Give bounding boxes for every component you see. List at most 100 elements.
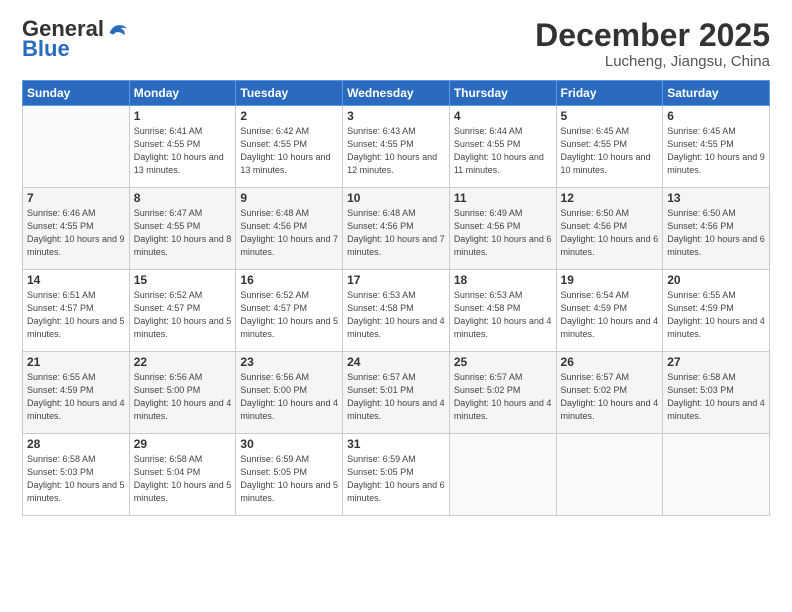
day-info: Sunrise: 6:42 AM Sunset: 4:55 PM Dayligh… <box>240 125 338 177</box>
table-row: 26 Sunrise: 6:57 AM Sunset: 5:02 PM Dayli… <box>556 352 663 434</box>
day-number: 4 <box>454 109 552 123</box>
day-info: Sunrise: 6:50 AM Sunset: 4:56 PM Dayligh… <box>667 207 765 259</box>
day-info: Sunrise: 6:45 AM Sunset: 4:55 PM Dayligh… <box>561 125 659 177</box>
table-row: 20 Sunrise: 6:55 AM Sunset: 4:59 PM Dayli… <box>663 270 770 352</box>
day-number: 29 <box>134 437 232 451</box>
weekday-header-row: Sunday Monday Tuesday Wednesday Thursday… <box>23 81 770 106</box>
day-info: Sunrise: 6:53 AM Sunset: 4:58 PM Dayligh… <box>454 289 552 341</box>
day-number: 20 <box>667 273 765 287</box>
day-info: Sunrise: 6:50 AM Sunset: 4:56 PM Dayligh… <box>561 207 659 259</box>
day-number: 16 <box>240 273 338 287</box>
day-number: 6 <box>667 109 765 123</box>
table-row: 5 Sunrise: 6:45 AM Sunset: 4:55 PM Daylig… <box>556 106 663 188</box>
day-info: Sunrise: 6:58 AM Sunset: 5:03 PM Dayligh… <box>27 453 125 505</box>
day-number: 21 <box>27 355 125 369</box>
day-info: Sunrise: 6:44 AM Sunset: 4:55 PM Dayligh… <box>454 125 552 177</box>
day-number: 25 <box>454 355 552 369</box>
day-info: Sunrise: 6:55 AM Sunset: 4:59 PM Dayligh… <box>27 371 125 423</box>
day-info: Sunrise: 6:55 AM Sunset: 4:59 PM Dayligh… <box>667 289 765 341</box>
table-row: 8 Sunrise: 6:47 AM Sunset: 4:55 PM Daylig… <box>129 188 236 270</box>
table-row: 11Sunrise: 6:49 AM Sunset: 4:56 PM Dayli… <box>449 188 556 270</box>
calendar-week-row: 1 Sunrise: 6:41 AM Sunset: 4:55 PM Daylig… <box>23 106 770 188</box>
day-info: Sunrise: 6:45 AM Sunset: 4:55 PM Dayligh… <box>667 125 765 177</box>
day-number: 8 <box>134 191 232 205</box>
table-row <box>556 434 663 516</box>
location: Lucheng, Jiangsu, China <box>535 53 770 70</box>
table-row: 3 Sunrise: 6:43 AM Sunset: 4:55 PM Daylig… <box>343 106 450 188</box>
day-info: Sunrise: 6:41 AM Sunset: 4:55 PM Dayligh… <box>134 125 232 177</box>
title-block: December 2025 Lucheng, Jiangsu, China <box>535 18 770 70</box>
day-number: 5 <box>561 109 659 123</box>
calendar-week-row: 7Sunrise: 6:46 AM Sunset: 4:55 PM Daylig… <box>23 188 770 270</box>
table-row: 27 Sunrise: 6:58 AM Sunset: 5:03 PM Dayli… <box>663 352 770 434</box>
day-number: 31 <box>347 437 445 451</box>
table-row: 29Sunrise: 6:58 AM Sunset: 5:04 PM Dayli… <box>129 434 236 516</box>
header-thursday: Thursday <box>449 81 556 106</box>
day-number: 19 <box>561 273 659 287</box>
table-row: 9Sunrise: 6:48 AM Sunset: 4:56 PM Daylig… <box>236 188 343 270</box>
table-row <box>449 434 556 516</box>
day-number: 14 <box>27 273 125 287</box>
day-number: 28 <box>27 437 125 451</box>
day-number: 9 <box>240 191 338 205</box>
day-number: 1 <box>134 109 232 123</box>
header-sunday: Sunday <box>23 81 130 106</box>
logo: General Blue <box>22 18 128 62</box>
header-wednesday: Wednesday <box>343 81 450 106</box>
day-info: Sunrise: 6:57 AM Sunset: 5:02 PM Dayligh… <box>561 371 659 423</box>
day-number: 26 <box>561 355 659 369</box>
day-number: 2 <box>240 109 338 123</box>
day-number: 11 <box>454 191 552 205</box>
day-info: Sunrise: 6:47 AM Sunset: 4:55 PM Dayligh… <box>134 207 232 259</box>
calendar-week-row: 28 Sunrise: 6:58 AM Sunset: 5:03 PM Dayli… <box>23 434 770 516</box>
day-number: 7 <box>27 191 125 205</box>
day-info: Sunrise: 6:54 AM Sunset: 4:59 PM Dayligh… <box>561 289 659 341</box>
day-info: Sunrise: 6:56 AM Sunset: 5:00 PM Dayligh… <box>240 371 338 423</box>
table-row: 18Sunrise: 6:53 AM Sunset: 4:58 PM Dayli… <box>449 270 556 352</box>
logo-blue: Blue <box>22 36 70 62</box>
day-number: 27 <box>667 355 765 369</box>
table-row: 4 Sunrise: 6:44 AM Sunset: 4:55 PM Daylig… <box>449 106 556 188</box>
day-number: 23 <box>240 355 338 369</box>
month-title: December 2025 <box>535 18 770 53</box>
day-info: Sunrise: 6:53 AM Sunset: 4:58 PM Dayligh… <box>347 289 445 341</box>
day-info: Sunrise: 6:43 AM Sunset: 4:55 PM Dayligh… <box>347 125 445 177</box>
calendar-table: Sunday Monday Tuesday Wednesday Thursday… <box>22 80 770 516</box>
table-row: 14 Sunrise: 6:51 AM Sunset: 4:57 PM Dayli… <box>23 270 130 352</box>
header-saturday: Saturday <box>663 81 770 106</box>
day-number: 22 <box>134 355 232 369</box>
header-monday: Monday <box>129 81 236 106</box>
header-tuesday: Tuesday <box>236 81 343 106</box>
day-info: Sunrise: 6:52 AM Sunset: 4:57 PM Dayligh… <box>134 289 232 341</box>
day-number: 13 <box>667 191 765 205</box>
header: General Blue December 2025 Lucheng, Jian… <box>22 18 770 70</box>
day-info: Sunrise: 6:58 AM Sunset: 5:03 PM Dayligh… <box>667 371 765 423</box>
day-number: 3 <box>347 109 445 123</box>
day-number: 10 <box>347 191 445 205</box>
table-row: 12 Sunrise: 6:50 AM Sunset: 4:56 PM Dayli… <box>556 188 663 270</box>
table-row: 16Sunrise: 6:52 AM Sunset: 4:57 PM Dayli… <box>236 270 343 352</box>
day-number: 30 <box>240 437 338 451</box>
day-info: Sunrise: 6:57 AM Sunset: 5:01 PM Dayligh… <box>347 371 445 423</box>
day-info: Sunrise: 6:51 AM Sunset: 4:57 PM Dayligh… <box>27 289 125 341</box>
day-number: 24 <box>347 355 445 369</box>
calendar-page: General Blue December 2025 Lucheng, Jian… <box>0 0 792 612</box>
table-row: 31 Sunrise: 6:59 AM Sunset: 5:05 PM Dayli… <box>343 434 450 516</box>
table-row: 13 Sunrise: 6:50 AM Sunset: 4:56 PM Dayli… <box>663 188 770 270</box>
header-friday: Friday <box>556 81 663 106</box>
table-row: 28 Sunrise: 6:58 AM Sunset: 5:03 PM Dayli… <box>23 434 130 516</box>
table-row: 1 Sunrise: 6:41 AM Sunset: 4:55 PM Daylig… <box>129 106 236 188</box>
table-row <box>663 434 770 516</box>
day-info: Sunrise: 6:59 AM Sunset: 5:05 PM Dayligh… <box>347 453 445 505</box>
calendar-week-row: 14 Sunrise: 6:51 AM Sunset: 4:57 PM Dayli… <box>23 270 770 352</box>
table-row: 24 Sunrise: 6:57 AM Sunset: 5:01 PM Dayli… <box>343 352 450 434</box>
calendar-week-row: 21 Sunrise: 6:55 AM Sunset: 4:59 PM Dayli… <box>23 352 770 434</box>
day-number: 12 <box>561 191 659 205</box>
table-row: 15Sunrise: 6:52 AM Sunset: 4:57 PM Dayli… <box>129 270 236 352</box>
day-info: Sunrise: 6:56 AM Sunset: 5:00 PM Dayligh… <box>134 371 232 423</box>
table-row <box>23 106 130 188</box>
table-row: 30Sunrise: 6:59 AM Sunset: 5:05 PM Dayli… <box>236 434 343 516</box>
day-info: Sunrise: 6:57 AM Sunset: 5:02 PM Dayligh… <box>454 371 552 423</box>
table-row: 17Sunrise: 6:53 AM Sunset: 4:58 PM Dayli… <box>343 270 450 352</box>
table-row: 6 Sunrise: 6:45 AM Sunset: 4:55 PM Daylig… <box>663 106 770 188</box>
